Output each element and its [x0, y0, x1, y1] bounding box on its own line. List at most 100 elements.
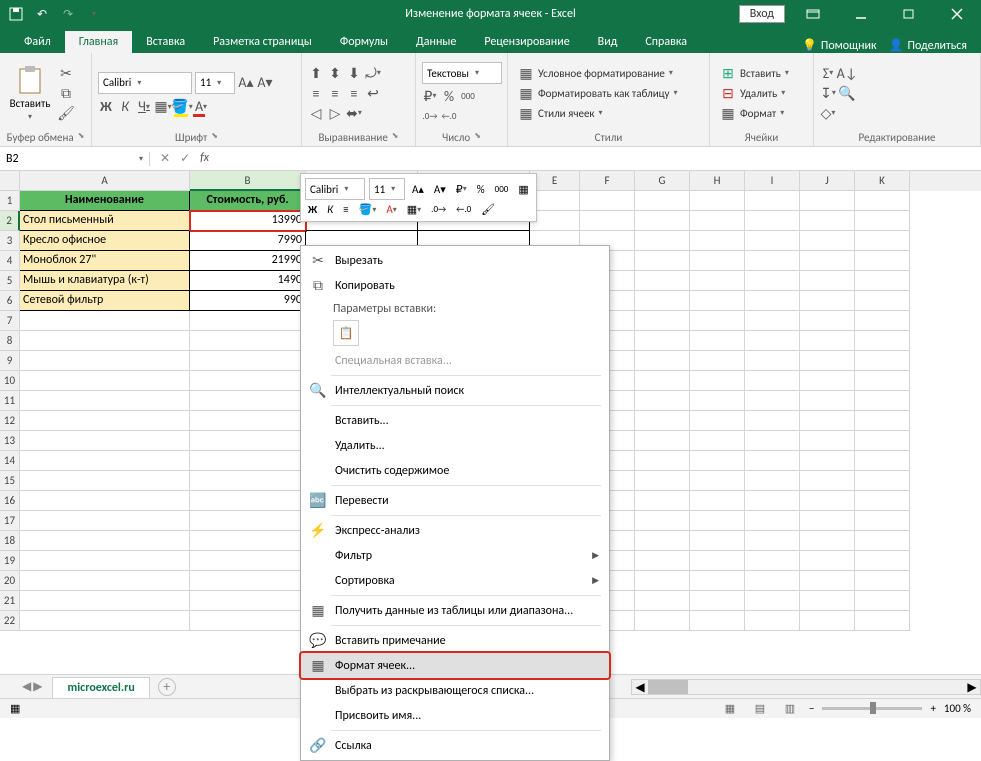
cell[interactable]: [745, 491, 800, 511]
share-button[interactable]: 👤Поделиться: [889, 38, 967, 53]
cell[interactable]: [690, 451, 745, 471]
cell[interactable]: [800, 531, 855, 551]
cell[interactable]: [800, 551, 855, 571]
cell[interactable]: [745, 531, 800, 551]
cell[interactable]: [20, 531, 190, 551]
cell[interactable]: [745, 411, 800, 431]
cell[interactable]: [20, 611, 190, 631]
cell[interactable]: [20, 491, 190, 511]
cell[interactable]: [190, 511, 306, 531]
cell[interactable]: [190, 371, 306, 391]
cell[interactable]: [800, 231, 855, 251]
cell[interactable]: [690, 591, 745, 611]
tab-data[interactable]: Данные: [402, 31, 470, 53]
cell[interactable]: [690, 291, 745, 311]
find-icon[interactable]: 🔍: [839, 85, 855, 101]
col-header-K[interactable]: K: [855, 171, 910, 191]
cell[interactable]: [800, 611, 855, 631]
cell[interactable]: [745, 471, 800, 491]
cell[interactable]: [690, 391, 745, 411]
fill-color-icon[interactable]: 🪣▾: [174, 99, 190, 115]
cell[interactable]: [800, 411, 855, 431]
cell[interactable]: [635, 211, 690, 231]
cell[interactable]: [855, 331, 910, 351]
cell[interactable]: [635, 471, 690, 491]
mini-comma-icon[interactable]: 000: [492, 183, 512, 196]
cell[interactable]: Сетевой фильтр: [20, 291, 190, 311]
cell[interactable]: [855, 351, 910, 371]
cell[interactable]: [635, 411, 690, 431]
cell[interactable]: [855, 231, 910, 251]
cell[interactable]: [690, 471, 745, 491]
cell[interactable]: [745, 251, 800, 271]
cell[interactable]: [190, 611, 306, 631]
page-layout-view-icon[interactable]: ▤: [749, 700, 771, 718]
cell[interactable]: [635, 271, 690, 291]
cell[interactable]: [635, 611, 690, 631]
align-center-icon[interactable]: ≡: [327, 85, 343, 101]
cell[interactable]: [855, 491, 910, 511]
mini-font-combo[interactable]: Calibri▾: [305, 178, 365, 200]
row-header[interactable]: 10: [0, 371, 20, 391]
cell[interactable]: [800, 311, 855, 331]
cell[interactable]: [855, 211, 910, 231]
increase-decimal-icon[interactable]: .0→: [422, 108, 438, 124]
cell[interactable]: Мышь и клавиатура (к-т): [20, 271, 190, 291]
cell[interactable]: [20, 551, 190, 571]
cell[interactable]: [530, 191, 580, 211]
cell[interactable]: [690, 231, 745, 251]
zoom-in-icon[interactable]: +: [930, 702, 935, 715]
ctx-delete[interactable]: Удалить...: [301, 433, 609, 458]
cell[interactable]: [190, 391, 306, 411]
col-header-B[interactable]: B: [190, 171, 306, 191]
row-header[interactable]: 7: [0, 311, 20, 331]
cell[interactable]: [745, 391, 800, 411]
page-break-view-icon[interactable]: ▥: [779, 700, 801, 718]
mini-italic-button[interactable]: К: [324, 202, 336, 217]
paste-button[interactable]: Вставить▾: [6, 59, 54, 127]
mini-currency-icon[interactable]: ₽▾: [453, 182, 470, 197]
row-header[interactable]: 11: [0, 391, 20, 411]
cell[interactable]: [855, 611, 910, 631]
cell[interactable]: [855, 411, 910, 431]
cell[interactable]: [745, 191, 800, 211]
cell[interactable]: [20, 371, 190, 391]
mini-dec-dec-icon[interactable]: ←.0: [453, 203, 474, 216]
cell[interactable]: [635, 451, 690, 471]
cell[interactable]: [690, 571, 745, 591]
tab-review[interactable]: Рецензирование: [470, 31, 583, 53]
ctx-clear[interactable]: Очистить содержимое: [301, 458, 609, 483]
mini-merge-icon[interactable]: ▦: [515, 182, 531, 197]
cell[interactable]: [800, 391, 855, 411]
cell[interactable]: [745, 611, 800, 631]
sheet-tab-active[interactable]: microexcel.ru: [52, 677, 149, 698]
row-header[interactable]: 6: [0, 291, 20, 311]
tab-home[interactable]: Главная: [65, 31, 132, 53]
ctx-insert-comment[interactable]: 💬Вставить примечание: [301, 628, 609, 653]
minimize-button[interactable]: [841, 0, 881, 28]
delete-cells-button[interactable]: ⊟Удалить▾: [716, 84, 793, 102]
cell[interactable]: [745, 311, 800, 331]
copy-icon[interactable]: ⧉: [58, 85, 74, 101]
save-icon[interactable]: [4, 2, 28, 26]
tab-page-layout[interactable]: Разметка страницы: [199, 31, 326, 53]
row-header[interactable]: 3: [0, 231, 20, 251]
cell[interactable]: [20, 331, 190, 351]
cell[interactable]: [800, 471, 855, 491]
row-header[interactable]: 12: [0, 411, 20, 431]
cell[interactable]: [635, 231, 690, 251]
dialog-launcher-icon[interactable]: ⬊: [474, 131, 481, 144]
cell[interactable]: [745, 271, 800, 291]
cell[interactable]: [690, 331, 745, 351]
ctx-copy[interactable]: ⧉Копировать: [301, 273, 609, 298]
font-size-combo[interactable]: 11▾: [195, 72, 235, 94]
ctx-format-cells[interactable]: ▦Формат ячеек...: [301, 653, 609, 678]
cell[interactable]: [800, 351, 855, 371]
tab-file[interactable]: Файл: [10, 31, 65, 53]
cell[interactable]: [635, 351, 690, 371]
undo-icon[interactable]: ↶: [30, 2, 54, 26]
mini-bold-button[interactable]: Ж: [305, 202, 320, 217]
cell[interactable]: Моноблок 27": [20, 251, 190, 271]
name-box[interactable]: B2▾: [0, 152, 150, 166]
tell-me-button[interactable]: 💡Помощник: [802, 38, 877, 53]
